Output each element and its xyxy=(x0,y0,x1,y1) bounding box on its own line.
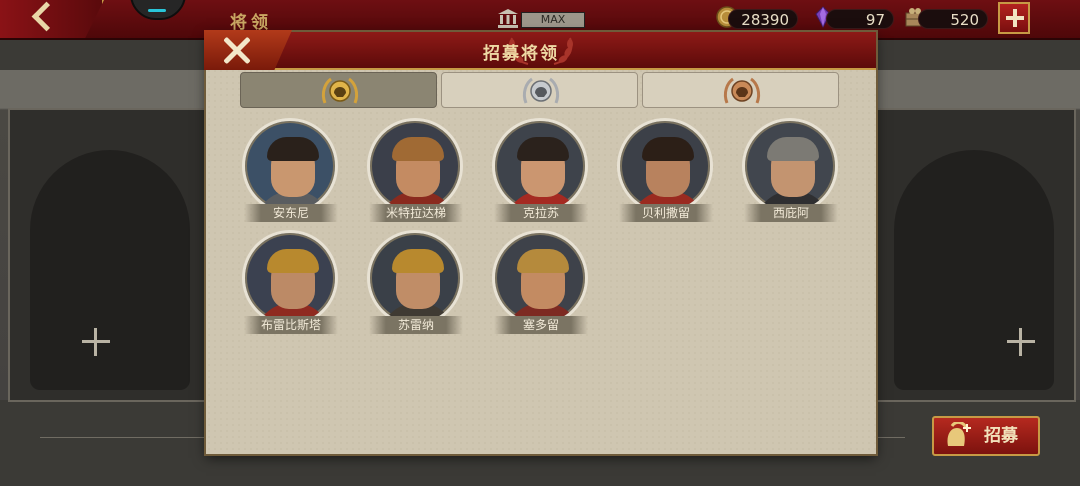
general-name: 塞多留 xyxy=(494,316,588,334)
food-amount: 520 xyxy=(918,9,988,29)
rarity-tabs xyxy=(240,72,840,110)
general-name: 西庇阿 xyxy=(744,204,838,222)
modal-header: 招募将领 xyxy=(206,32,876,70)
helmet-plus-icon xyxy=(947,422,971,446)
general-card[interactable]: 布雷比斯塔 xyxy=(240,230,344,338)
general-portrait xyxy=(492,118,588,214)
bronze-helmet-laurel-icon xyxy=(723,77,761,104)
portrait-hair xyxy=(517,137,569,161)
general-name: 克拉苏 xyxy=(494,204,588,222)
laurel-right-icon xyxy=(553,37,573,65)
general-portrait xyxy=(242,118,338,214)
portrait-helmet xyxy=(767,137,819,161)
back-arrow-icon xyxy=(31,1,62,32)
general-portrait xyxy=(242,230,338,326)
general-portrait xyxy=(742,118,838,214)
portrait-hair xyxy=(267,137,319,161)
portrait-headband xyxy=(392,249,444,273)
temple-icon xyxy=(498,9,518,28)
modal-title: 招募将领 xyxy=(483,44,559,64)
general-grid: 安东尼 米特拉达梯 克拉苏 贝利撒留 西庇阿 布雷比斯塔 苏雷纳 塞多留 xyxy=(240,118,850,438)
general-card[interactable]: 贝利撒留 xyxy=(615,118,719,226)
general-slot-left[interactable] xyxy=(8,108,212,402)
general-name: 布雷比斯塔 xyxy=(244,316,338,334)
recruit-general-modal: 招募将领 安东尼 米特拉达梯 克拉苏 贝利撒留 西庇阿 布雷比斯塔 苏雷纳 塞多… xyxy=(204,30,876,454)
portrait-lion-pelt xyxy=(392,137,444,161)
tab-gold[interactable] xyxy=(240,72,437,108)
general-portrait xyxy=(617,118,713,214)
general-name: 苏雷纳 xyxy=(369,316,463,334)
recruit-button-label: 招募 xyxy=(984,426,1018,446)
gold-helmet-laurel-icon xyxy=(321,77,359,104)
tab-silver[interactable] xyxy=(441,72,638,108)
general-card[interactable]: 西庇阿 xyxy=(740,118,844,226)
page-title: 将领 xyxy=(230,13,272,33)
general-name: 安东尼 xyxy=(244,204,338,222)
plus-icon xyxy=(82,328,110,356)
general-name: 贝利撒留 xyxy=(619,204,713,222)
back-button[interactable] xyxy=(0,0,104,38)
gold-amount: 28390 xyxy=(728,9,798,29)
general-card[interactable]: 克拉苏 xyxy=(490,118,594,226)
general-portrait xyxy=(367,118,463,214)
portrait-helmet xyxy=(517,249,569,273)
general-card[interactable]: 米特拉达梯 xyxy=(365,118,469,226)
tab-bronze[interactable] xyxy=(642,72,839,108)
general-slot-right[interactable] xyxy=(872,108,1076,402)
portrait-hair xyxy=(642,137,694,161)
general-card[interactable]: 苏雷纳 xyxy=(365,230,469,338)
add-resource-button[interactable] xyxy=(998,2,1030,34)
general-portrait xyxy=(367,230,463,326)
general-card[interactable]: 安东尼 xyxy=(240,118,344,226)
recruit-button[interactable]: 招募 xyxy=(932,416,1040,456)
hero-orb[interactable] xyxy=(130,0,186,20)
plus-icon xyxy=(1007,328,1035,356)
building-level-bar: MAX xyxy=(521,12,585,28)
general-portrait xyxy=(492,230,588,326)
silver-helmet-laurel-icon xyxy=(522,77,560,104)
orb-glow xyxy=(148,9,166,12)
portrait-crown xyxy=(267,249,319,273)
empty-slot-silhouette xyxy=(30,150,190,390)
general-card[interactable]: 塞多留 xyxy=(490,230,594,338)
gem-amount: 97 xyxy=(826,9,894,29)
general-name: 米特拉达梯 xyxy=(369,204,463,222)
